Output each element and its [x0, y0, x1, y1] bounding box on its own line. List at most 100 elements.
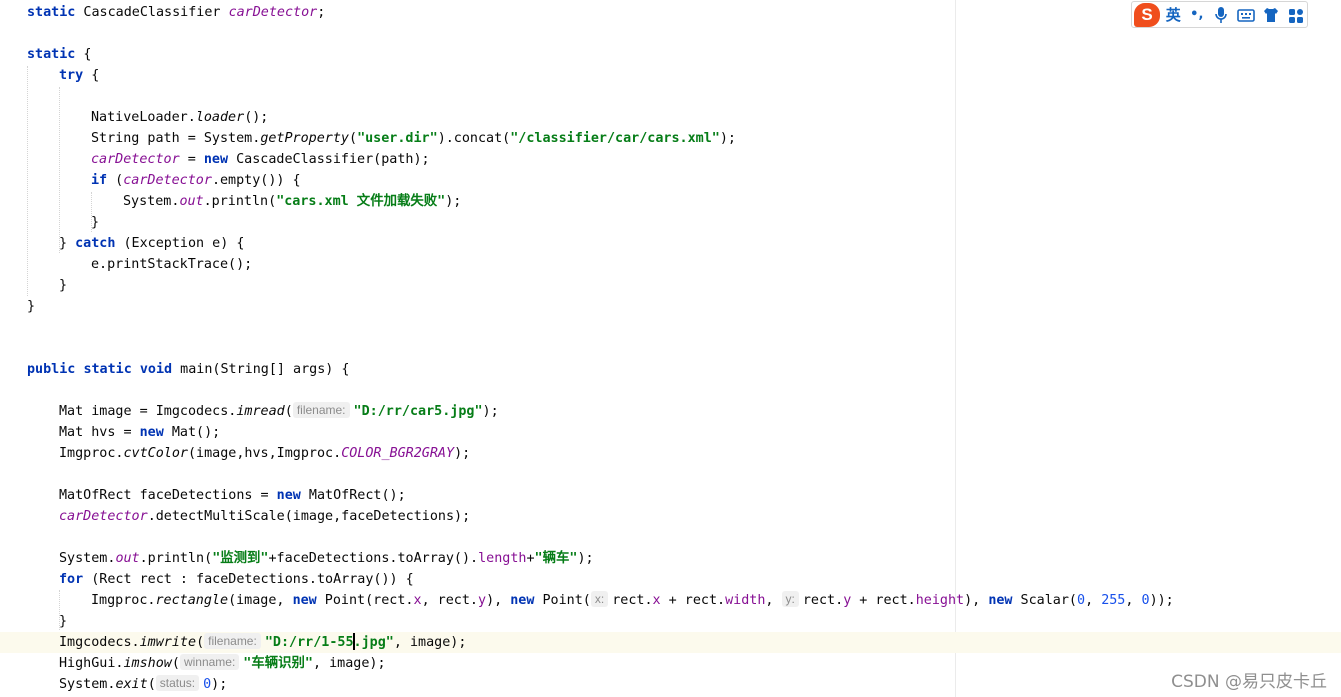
- static-method: exit: [115, 677, 148, 692]
- code-text: ,: [765, 593, 774, 608]
- sogou-logo-icon[interactable]: S: [1134, 2, 1161, 27]
- code-line[interactable]: carDetector = new CascadeClassifier(path…: [0, 149, 1341, 170]
- code-line[interactable]: Mat hvs = new Mat();: [0, 422, 1341, 443]
- code-line[interactable]: Mat image = Imgcodecs.imread(filename: "D…: [0, 401, 1341, 422]
- field-name: x: [652, 593, 661, 608]
- language-toggle[interactable]: 英: [1163, 3, 1183, 27]
- static-method: imread: [236, 404, 285, 419]
- text-caret: [352, 632, 355, 650]
- code-text: System.: [123, 194, 180, 209]
- string-literal: "D:/rr/car5.jpg": [353, 404, 483, 419]
- app-grid-icon[interactable]: [1285, 3, 1307, 27]
- code-text: , rect.: [421, 593, 478, 608]
- code-text: ();: [244, 110, 269, 125]
- keyboard-icon[interactable]: [1235, 3, 1257, 27]
- code-text: Scalar(: [1012, 593, 1077, 608]
- parameter-hint: status:: [155, 675, 200, 691]
- punctuation-toggle[interactable]: •,: [1187, 3, 1207, 27]
- static-method: imwrite: [139, 635, 197, 650]
- code-text: rect.: [612, 593, 653, 608]
- parameter-hint: y:: [781, 591, 799, 607]
- string-literal: "/classifier/car/cars.xml": [510, 131, 720, 146]
- field-name: y: [478, 593, 487, 608]
- code-line[interactable]: MatOfRect faceDetections = new MatOfRect…: [0, 485, 1341, 506]
- keyword: catch: [75, 236, 116, 251]
- code-line[interactable]: }: [0, 296, 1341, 317]
- static-method: imshow: [123, 656, 172, 671]
- static-method: getProperty: [260, 131, 349, 146]
- code-line[interactable]: }: [0, 275, 1341, 296]
- code-text: ,: [1125, 593, 1142, 608]
- field-name: out: [179, 194, 204, 209]
- code-text: );: [482, 404, 499, 419]
- code-line[interactable]: Imgproc.rectangle(image, new Point(rect.…: [0, 590, 1341, 611]
- parameter-hint: x:: [590, 591, 609, 607]
- keyword: static: [27, 47, 76, 62]
- field-name: carDetector: [91, 152, 180, 167]
- code-line[interactable]: static {: [0, 44, 1341, 65]
- code-line[interactable]: String path = System.getProperty("user.d…: [0, 128, 1341, 149]
- code-text: (: [147, 677, 156, 692]
- code-text: .empty()) {: [211, 173, 301, 188]
- string-literal: "车辆识别": [243, 656, 313, 671]
- code-text: =: [179, 152, 204, 167]
- code-text: + rect.: [660, 593, 726, 608]
- code-line[interactable]: for (Rect rect : faceDetections.toArray(…: [0, 569, 1341, 590]
- code-line[interactable]: }: [0, 611, 1341, 632]
- static-method: cvtColor: [123, 446, 189, 461]
- code-text: }: [59, 278, 68, 293]
- field-name: carDetector: [59, 509, 148, 524]
- code-text: {: [83, 68, 100, 83]
- keyword: new: [139, 425, 164, 440]
- code-line[interactable]: System.exit(status: 0);: [0, 674, 1341, 695]
- code-line[interactable]: }: [0, 212, 1341, 233]
- string-literal: "监测到": [212, 551, 269, 566]
- code-line[interactable]: Imgproc.cvtColor(image,hvs,Imgproc.COLOR…: [0, 443, 1341, 464]
- code-line[interactable]: try {: [0, 65, 1341, 86]
- code-line[interactable]: System.out.println("监测到"+faceDetections.…: [0, 548, 1341, 569]
- field-name: height: [915, 593, 965, 608]
- code-text: Imgproc.: [91, 593, 156, 608]
- code-text: (: [349, 131, 358, 146]
- code-text: +faceDetections.toArray().: [268, 551, 479, 566]
- field-name: out: [115, 551, 140, 566]
- code-line[interactable]: if (carDetector.empty()) {: [0, 170, 1341, 191]
- code-line[interactable]: HighGui.imshow(winname: "车辆识别", image);: [0, 653, 1341, 674]
- code-line[interactable]: public static void main(String[] args) {: [0, 359, 1341, 380]
- code-text: rect.: [802, 593, 844, 608]
- code-text: (image,: [228, 593, 293, 608]
- code-text: {: [75, 47, 92, 62]
- code-text: }: [27, 299, 36, 314]
- ime-toolbar[interactable]: S 英 •,: [1131, 1, 1308, 28]
- code-text: System.: [59, 677, 116, 692]
- code-text: Mat hvs =: [59, 425, 140, 440]
- code-text: MatOfRect();: [300, 488, 406, 503]
- code-text: ),: [486, 593, 511, 608]
- code-line[interactable]: carDetector.detectMultiScale(image,faceD…: [0, 506, 1341, 527]
- code-text: );: [454, 446, 471, 461]
- code-line[interactable]: e.printStackTrace();: [0, 254, 1341, 275]
- microphone-icon[interactable]: [1210, 3, 1232, 27]
- code-line[interactable]: } catch (Exception e) {: [0, 233, 1341, 254]
- code-text: main(String[] args) {: [172, 362, 350, 377]
- constant: COLOR_BGR2GRAY: [341, 446, 455, 461]
- code-text: Imgcodecs.: [59, 635, 140, 650]
- field-name: width: [725, 593, 766, 608]
- field-name: length: [478, 551, 527, 566]
- code-text: ;: [317, 5, 326, 20]
- current-code-line[interactable]: Imgcodecs.imwrite(filename: "D:/rr/1-55.j…: [0, 632, 1341, 653]
- code-line[interactable]: System.out.println("cars.xml 文件加载失败");: [0, 191, 1341, 212]
- code-line[interactable]: NativeLoader.loader();: [0, 107, 1341, 128]
- code-text: Mat image = Imgcodecs.: [59, 404, 237, 419]
- code-text: + rect.: [851, 593, 916, 608]
- shirt-skin-icon[interactable]: [1260, 3, 1282, 27]
- code-editor[interactable]: static CascadeClassifier carDetector; st…: [0, 0, 1341, 697]
- number-literal: 255: [1101, 593, 1126, 608]
- static-method: loader: [195, 110, 245, 125]
- keyword: new: [510, 593, 535, 608]
- keyword: new: [988, 593, 1013, 608]
- code-text: ,: [1085, 593, 1102, 608]
- string-literal: "user.dir": [357, 131, 438, 146]
- field-name: x: [413, 593, 422, 608]
